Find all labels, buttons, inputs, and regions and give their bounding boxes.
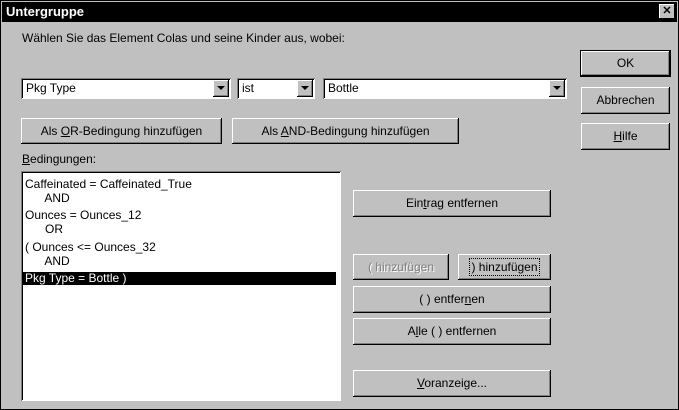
chevron-down-icon[interactable]: [213, 80, 229, 97]
add-close-paren-button[interactable]: ) hinzufügen: [458, 254, 551, 280]
preview-button[interactable]: Voranzeige...: [353, 370, 551, 397]
cancel-button[interactable]: Abbrechen: [581, 87, 670, 114]
help-button[interactable]: Hilfe: [581, 123, 670, 150]
add-or-condition-button[interactable]: Als OR-Bedingung hinzufügen: [21, 118, 222, 144]
conditions-list[interactable]: Caffeinated = Caffeinated_True AND Ounce…: [21, 171, 341, 401]
operator-combo[interactable]: ist: [237, 78, 315, 99]
list-item-selected[interactable]: Pkg Type = Bottle ): [23, 272, 336, 285]
remove-parens-button[interactable]: ( ) entfernen: [353, 286, 551, 313]
conditions-label: Bedingungen:: [22, 152, 97, 166]
list-item[interactable]: Ounces = Ounces_12: [23, 209, 336, 222]
list-item[interactable]: AND: [23, 255, 336, 268]
dialog-title: Untergruppe: [6, 4, 84, 19]
chevron-down-icon[interactable]: [297, 80, 313, 97]
list-item[interactable]: ( Ounces <= Ounces_32: [23, 241, 336, 254]
value-combo[interactable]: Bottle: [323, 78, 567, 99]
add-open-paren-button[interactable]: ( hinzufügen: [353, 254, 449, 280]
remove-entry-button[interactable]: Eintrag entfernen: [353, 190, 551, 217]
close-icon[interactable]: ✕: [659, 4, 675, 19]
remove-all-parens-button[interactable]: Alle ( ) entfernen: [353, 318, 551, 345]
ok-button[interactable]: OK: [580, 50, 671, 77]
list-item[interactable]: OR: [23, 223, 336, 236]
instruction-label: Wählen Sie das Element Colas und seine K…: [22, 31, 345, 45]
subgroup-dialog: Untergruppe ✕ Wählen Sie das Element Col…: [0, 0, 679, 410]
list-item[interactable]: AND: [23, 192, 336, 205]
field-combo-value: Pkg Type: [26, 81, 76, 95]
value-combo-value: Bottle: [328, 81, 359, 95]
operator-combo-value: ist: [242, 81, 254, 95]
chevron-down-icon[interactable]: [549, 80, 565, 97]
add-and-condition-button[interactable]: Als AND-Bedingung hinzufügen: [232, 118, 459, 144]
list-item[interactable]: Caffeinated = Caffeinated_True: [23, 178, 336, 191]
field-combo[interactable]: Pkg Type: [21, 78, 231, 99]
title-bar: Untergruppe ✕: [2, 2, 677, 22]
